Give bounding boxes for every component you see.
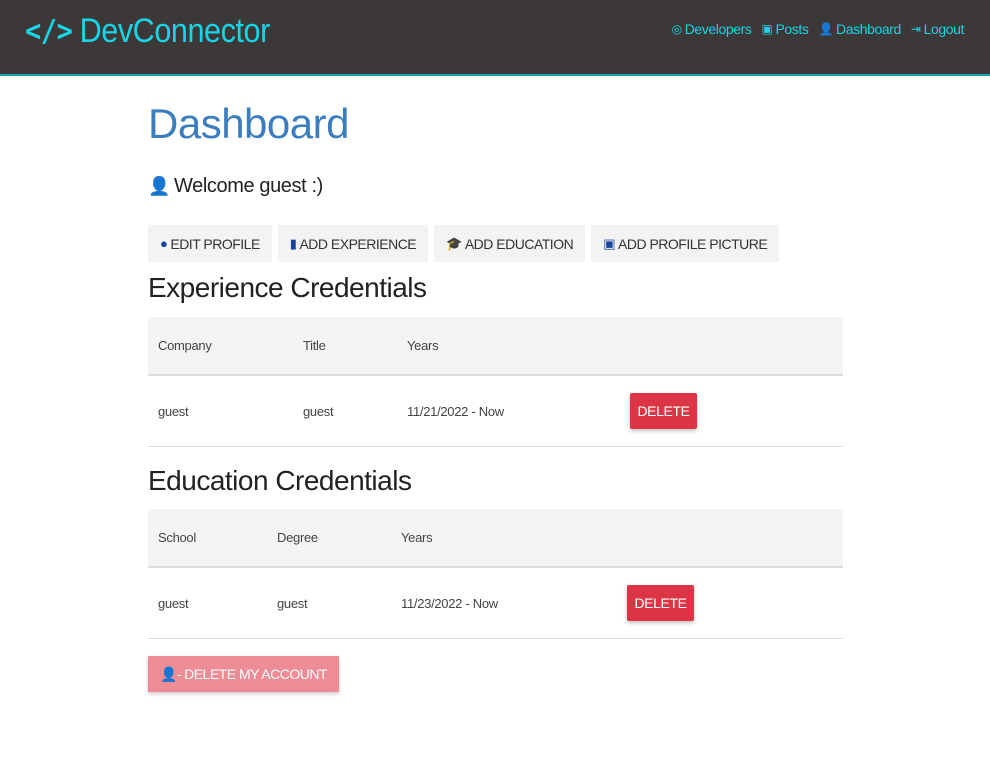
briefcase-icon: ▮ xyxy=(289,235,297,251)
years-cell: 11/23/2022 - Now xyxy=(391,567,617,639)
user-minus-icon: 👤- xyxy=(160,665,182,682)
code-icon: </> xyxy=(25,14,73,49)
nav-links: ◎ Developers ▣ Posts 👤 Dashboard ⇥ Logou… xyxy=(672,21,965,37)
welcome-message: 👤 Welcome guest :) xyxy=(148,175,323,198)
actions-cell: DELETE xyxy=(620,375,843,447)
image-icon: ▣ xyxy=(603,235,615,251)
brand-name: DevConnector xyxy=(79,12,271,50)
nav-link-label: Posts xyxy=(775,21,809,37)
welcome-text: Welcome guest :) xyxy=(174,175,323,197)
column-header: Years xyxy=(397,317,620,376)
company-cell: guest xyxy=(148,375,293,447)
add-education-button[interactable]: 🎓 ADD EDUCATION xyxy=(434,225,586,262)
page-title: Dashboard xyxy=(148,100,349,147)
table-header-row: School Degree Years xyxy=(148,509,843,568)
add-profile-picture-button[interactable]: ▣ ADD PROFILE PICTURE xyxy=(591,225,780,262)
delete-experience-button[interactable]: DELETE xyxy=(630,393,697,429)
navbar: </> DevConnector ◎ Developers ▣ Posts 👤 … xyxy=(0,0,990,76)
dashboard-actions: ● EDIT PROFILE ▮ ADD EXPERIENCE 🎓 ADD ED… xyxy=(148,225,780,262)
nav-link-posts[interactable]: ▣ Posts xyxy=(762,21,809,37)
table-row: guest guest 11/21/2022 - Now DELETE xyxy=(148,375,843,447)
connectdevelop-icon: ◎ xyxy=(671,22,682,36)
button-label: ADD PROFILE PICTURE xyxy=(618,235,768,252)
column-header: Degree xyxy=(267,509,391,568)
delete-account-button[interactable]: 👤- DELETE MY ACCOUNT xyxy=(148,656,340,692)
education-heading: Education Credentials xyxy=(148,465,412,496)
button-label: ADD EXPERIENCE xyxy=(299,235,417,252)
school-cell: guest xyxy=(148,567,267,639)
posts-icon: ▣ xyxy=(761,22,773,36)
experience-heading: Experience Credentials xyxy=(148,272,427,303)
column-header: Company xyxy=(148,317,293,376)
nav-link-dashboard[interactable]: 👤 Dashboard xyxy=(818,21,901,37)
user-circle-icon: ● xyxy=(160,236,168,251)
add-experience-button[interactable]: ▮ ADD EXPERIENCE xyxy=(277,225,429,262)
table-row: guest guest 11/23/2022 - Now DELETE xyxy=(148,567,843,639)
education-table: School Degree Years guest guest 11/23/20… xyxy=(148,509,843,639)
title-cell: guest xyxy=(293,375,397,447)
years-cell: 11/21/2022 - Now xyxy=(397,375,620,447)
logout-icon: ⇥ xyxy=(910,22,921,36)
edit-profile-button[interactable]: ● EDIT PROFILE xyxy=(148,225,272,262)
actions-cell: DELETE xyxy=(617,567,843,639)
column-header: Title xyxy=(293,317,397,376)
graduation-cap-icon: 🎓 xyxy=(446,235,462,251)
brand-link[interactable]: </> DevConnector xyxy=(25,12,270,51)
experience-table: Company Title Years guest guest 11/21/20… xyxy=(148,317,843,447)
column-header: School xyxy=(148,509,267,568)
button-label: ADD EDUCATION xyxy=(464,235,574,252)
nav-link-label: Logout xyxy=(923,21,965,37)
column-header-actions xyxy=(620,317,843,376)
nav-link-label: Dashboard xyxy=(836,21,901,37)
nav-link-logout[interactable]: ⇥ Logout xyxy=(911,21,964,37)
table-header-row: Company Title Years xyxy=(148,317,843,376)
user-icon: 👤 xyxy=(148,176,171,196)
user-icon: 👤 xyxy=(818,22,834,36)
nav-link-developers[interactable]: ◎ Developers xyxy=(672,21,752,37)
nav-link-label: Developers xyxy=(684,21,752,37)
column-header-actions xyxy=(617,509,843,568)
column-header: Years xyxy=(391,509,617,568)
button-label: EDIT PROFILE xyxy=(170,235,260,252)
degree-cell: guest xyxy=(267,567,391,639)
delete-education-button[interactable]: DELETE xyxy=(627,585,694,621)
button-label: DELETE MY ACCOUNT xyxy=(184,666,328,682)
